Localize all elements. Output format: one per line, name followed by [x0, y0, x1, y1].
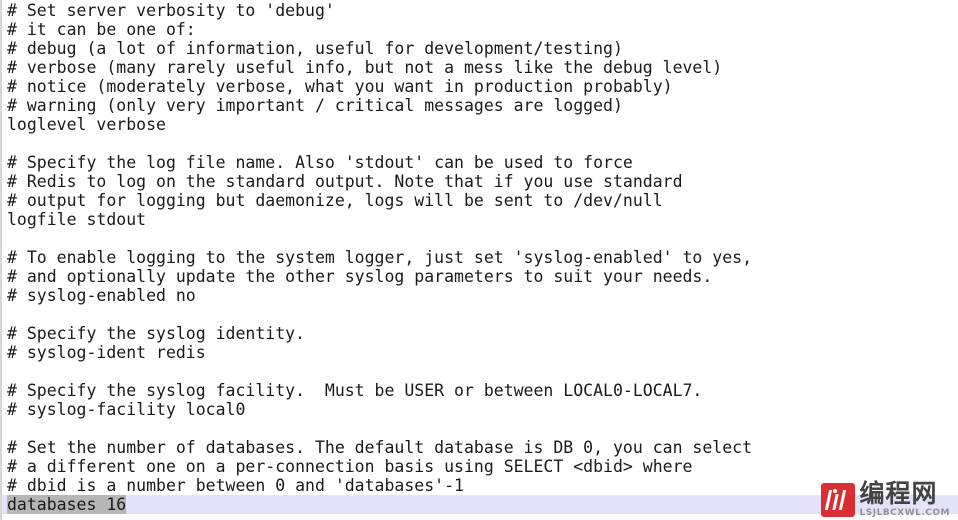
code-line-text: # debug (a lot of information, useful fo… [7, 39, 623, 58]
code-line-text: # dbid is a number between 0 and 'databa… [7, 476, 464, 495]
code-line[interactable]: # output for logging but daemonize, logs… [2, 191, 958, 210]
code-line-text: loglevel verbose [7, 115, 166, 134]
code-line[interactable] [2, 305, 958, 324]
code-line[interactable]: # notice (moderately verbose, what you w… [2, 77, 958, 96]
code-line[interactable]: # and optionally update the other syslog… [2, 267, 958, 286]
code-line[interactable]: # verbose (many rarely useful info, but … [2, 58, 958, 77]
code-line[interactable]: # dbid is a number between 0 and 'databa… [2, 476, 958, 495]
code-line-text: # Set server verbosity to 'debug' [7, 1, 335, 20]
code-line[interactable]: # To enable logging to the system logger… [2, 248, 958, 267]
code-line-text: databases 16 [7, 495, 127, 514]
code-line[interactable]: loglevel verbose [2, 115, 958, 134]
code-line-text: # Specify the syslog facility. Must be U… [7, 381, 703, 400]
code-line-text: # a different one on a per-connection ba… [7, 457, 693, 476]
code-line-text: # warning (only very important / critica… [7, 96, 623, 115]
code-line[interactable]: # Set server verbosity to 'debug' [2, 1, 958, 20]
code-line[interactable]: databases 16 [2, 495, 958, 514]
code-line[interactable] [2, 419, 958, 438]
code-line[interactable]: # Set the number of databases. The defau… [2, 438, 958, 457]
code-line-text: # To enable logging to the system logger… [7, 248, 753, 267]
code-editor-pane[interactable]: # Set server verbosity to 'debug' # it ca… [0, 0, 958, 520]
code-line-text: # syslog-enabled no [7, 286, 196, 305]
code-line[interactable] [2, 229, 958, 248]
code-line-text: # and optionally update the other syslog… [7, 267, 713, 286]
code-line-text: # it can be one of: [7, 20, 196, 39]
code-line[interactable]: # Specify the log file name. Also 'stdou… [2, 153, 958, 172]
code-line[interactable]: # Redis to log on the standard output. N… [2, 172, 958, 191]
code-line[interactable]: # a different one on a per-connection ba… [2, 457, 958, 476]
code-line[interactable]: # it can be one of: [2, 20, 958, 39]
code-line[interactable] [2, 134, 958, 153]
code-line-text: # Specify the syslog identity. [7, 324, 306, 343]
code-line[interactable]: # Specify the syslog facility. Must be U… [2, 381, 958, 400]
code-line-text: # notice (moderately verbose, what you w… [7, 77, 673, 96]
code-line-text: # syslog-facility local0 [7, 400, 246, 419]
code-line[interactable]: # warning (only very important / critica… [2, 96, 958, 115]
code-line-text: logfile stdout [7, 210, 147, 229]
code-line[interactable] [2, 362, 958, 381]
code-line[interactable]: # debug (a lot of information, useful fo… [2, 39, 958, 58]
code-line[interactable]: # Specify the syslog identity. [2, 324, 958, 343]
code-line-text: # syslog-ident redis [7, 343, 206, 362]
code-line[interactable]: # syslog-enabled no [2, 286, 958, 305]
code-line-text: # Specify the log file name. Also 'stdou… [7, 153, 633, 172]
code-line-text: # Set the number of databases. The defau… [7, 438, 753, 457]
code-text-area[interactable]: # Set server verbosity to 'debug' # it ca… [2, 0, 958, 514]
code-line[interactable]: logfile stdout [2, 210, 958, 229]
code-line[interactable]: # syslog-ident redis [2, 343, 958, 362]
code-line-text: # Redis to log on the standard output. N… [7, 172, 683, 191]
code-line[interactable]: # syslog-facility local0 [2, 400, 958, 419]
code-line-text: # verbose (many rarely useful info, but … [7, 58, 723, 77]
code-line-text: # output for logging but daemonize, logs… [7, 191, 663, 210]
